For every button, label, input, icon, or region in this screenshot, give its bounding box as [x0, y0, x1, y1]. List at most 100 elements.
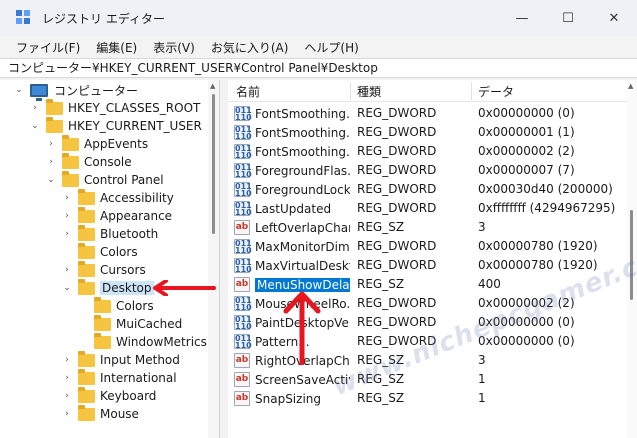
- chevron-right-icon[interactable]: ›: [62, 387, 72, 405]
- menu-favorites[interactable]: お気に入り(A): [203, 39, 297, 56]
- folder-icon: [78, 350, 95, 367]
- value-name-cell: 011 110 LastUpdated: [234, 199, 350, 218]
- chevron-right-icon[interactable]: ›: [46, 153, 56, 171]
- tree-item-label: HKEY_CLASSES_ROOT: [68, 101, 201, 115]
- registry-value-row[interactable]: 011 110 FontSmoothing... REG_DWORD 0x0000000…: [228, 142, 628, 161]
- chevron-right-icon[interactable]: ›: [62, 225, 72, 243]
- column-header-data[interactable]: データ: [478, 83, 514, 100]
- column-header-name[interactable]: 名前: [236, 83, 260, 100]
- tree-item[interactable]: › International: [62, 368, 177, 387]
- value-data: 0x00000007 (7): [478, 163, 575, 177]
- close-button[interactable]: ✕: [591, 0, 637, 36]
- string-value-icon: ab: [234, 277, 250, 292]
- value-data: 0x00000780 (1920): [478, 239, 598, 253]
- binary-value-icon: 011 110: [234, 334, 252, 350]
- string-value-icon: ab: [234, 391, 250, 406]
- chevron-down-icon[interactable]: ⌄: [14, 81, 24, 99]
- tree-item[interactable]: › Bluetooth: [62, 224, 158, 243]
- tree-item[interactable]: › Console: [46, 152, 132, 171]
- column-header-type[interactable]: 種類: [357, 83, 381, 100]
- value-name-cell: 011110MaxVirtualDeskt...: [234, 256, 350, 275]
- registry-editor-icon: [16, 10, 32, 26]
- value-type: REG_DWORD: [357, 296, 437, 310]
- tree-scrollbar[interactable]: ▲: [208, 80, 219, 438]
- folder-icon: [94, 314, 111, 331]
- chevron-right-icon[interactable]: ›: [46, 135, 56, 153]
- folder-icon: [78, 260, 95, 277]
- tree-item[interactable]: ⌄ Control Panel: [46, 170, 164, 189]
- value-type: REG_DWORD: [357, 182, 437, 196]
- chevron-down-icon[interactable]: ⌄: [46, 171, 56, 189]
- tree-item[interactable]: WindowMetrics: [78, 332, 207, 351]
- tree-item-label: International: [100, 371, 177, 385]
- tree-item[interactable]: MuiCached: [78, 314, 182, 333]
- folder-icon: [94, 296, 111, 313]
- scroll-up-icon[interactable]: ▲: [210, 82, 215, 90]
- chevron-right-icon[interactable]: ›: [62, 261, 72, 279]
- folder-icon: [94, 332, 111, 349]
- tree-item[interactable]: › Mouse: [62, 404, 139, 423]
- tree-item[interactable]: › Cursors: [62, 260, 146, 279]
- value-type: REG_DWORD: [357, 315, 437, 329]
- red-up-arrow-icon: [283, 291, 321, 365]
- menu-help[interactable]: ヘルプ(H): [296, 39, 366, 56]
- maximize-button[interactable]: ☐: [545, 0, 591, 36]
- tree-item[interactable]: ⌄ HKEY_CURRENT_USER: [30, 116, 202, 135]
- registry-value-row[interactable]: 011110MaxMonitorDim... REG_DWORD 0x0000078…: [228, 237, 628, 256]
- binary-value-icon: 011 110: [234, 258, 252, 274]
- value-name: LastUpdated: [255, 201, 332, 216]
- value-name: FontSmoothing...: [255, 125, 350, 140]
- chevron-down-icon[interactable]: ⌄: [62, 279, 72, 297]
- value-name-cell: ab LeftOverlapChars: [234, 218, 350, 237]
- binary-value-icon: 011 110: [234, 125, 252, 141]
- tree-item[interactable]: › HKEY_CLASSES_ROOT: [30, 98, 201, 117]
- value-data: 1: [478, 372, 486, 386]
- tree-item[interactable]: › Accessibility: [62, 188, 174, 207]
- minimize-button[interactable]: —: [499, 0, 545, 36]
- registry-value-row[interactable]: 011110ForegroundLock... REG_DWORD 0x00030d…: [228, 180, 628, 199]
- tree-item[interactable]: Colors: [78, 296, 154, 315]
- chevron-right-icon[interactable]: ›: [62, 189, 72, 207]
- tree-item[interactable]: ⌄ Desktop: [62, 278, 154, 297]
- chevron-right-icon[interactable]: ›: [62, 369, 72, 387]
- value-name: ForegroundLock...: [255, 182, 350, 197]
- tree-item[interactable]: Colors: [62, 242, 138, 261]
- tree-item-label: Appearance: [100, 209, 173, 223]
- column-divider[interactable]: [350, 82, 351, 100]
- registry-value-row[interactable]: 011 110 ForegroundFlas... REG_DWORD 0x000000…: [228, 161, 628, 180]
- computer-icon: [30, 83, 48, 101]
- scroll-up-icon[interactable]: ▲: [628, 82, 633, 90]
- registry-value-row[interactable]: ab LeftOverlapChars REG_SZ 3: [228, 218, 628, 237]
- chevron-right-icon[interactable]: ›: [62, 351, 72, 369]
- registry-value-row[interactable]: 011 110 FontSmoothing... REG_DWORD 0x0000000…: [228, 123, 628, 142]
- value-type: REG_DWORD: [357, 163, 437, 177]
- chevron-right-icon[interactable]: ›: [62, 207, 72, 225]
- registry-value-row[interactable]: ab SnapSizing REG_SZ 1: [228, 389, 628, 408]
- menu-edit[interactable]: 編集(E): [88, 39, 145, 56]
- registry-value-row[interactable]: 011110MaxVirtualDeskt...REG_DWORD0x00000…: [228, 256, 628, 275]
- value-name: MaxMonitorDim...: [255, 239, 350, 254]
- value-type: REG_DWORD: [357, 106, 437, 120]
- tree-item[interactable]: ⌄ コンピューター: [14, 81, 138, 101]
- tree-item[interactable]: › Appearance: [62, 206, 173, 225]
- address-bar[interactable]: コンピューター¥HKEY_CURRENT_USER¥Control Panel¥…: [0, 58, 637, 78]
- registry-value-row[interactable]: abScreenSaveActiveREG_SZ1: [228, 370, 628, 389]
- column-divider[interactable]: [471, 82, 472, 100]
- tree-item[interactable]: › Keyboard: [62, 386, 156, 405]
- tree-scroll-thumb[interactable]: [212, 94, 215, 234]
- binary-value-icon: 011 110: [234, 106, 252, 122]
- tree-item[interactable]: › AppEvents: [46, 134, 148, 153]
- tree-item[interactable]: › Input Method: [62, 350, 180, 369]
- string-value-icon: ab: [234, 353, 250, 368]
- registry-value-row[interactable]: 011 110 FontSmoothing... REG_DWORD 0x0000000…: [228, 104, 628, 123]
- chevron-right-icon[interactable]: ›: [62, 405, 72, 423]
- menu-file[interactable]: ファイル(F): [8, 39, 88, 56]
- chevron-right-icon[interactable]: ›: [30, 99, 40, 117]
- registry-value-row[interactable]: 011 110 LastUpdated REG_DWORD 0xffffffff (42…: [228, 199, 628, 218]
- value-data: 3: [478, 220, 486, 234]
- folder-icon: [62, 134, 79, 151]
- menu-view[interactable]: 表示(V): [145, 39, 203, 56]
- folder-icon: [62, 170, 79, 187]
- chevron-down-icon[interactable]: ⌄: [30, 117, 40, 135]
